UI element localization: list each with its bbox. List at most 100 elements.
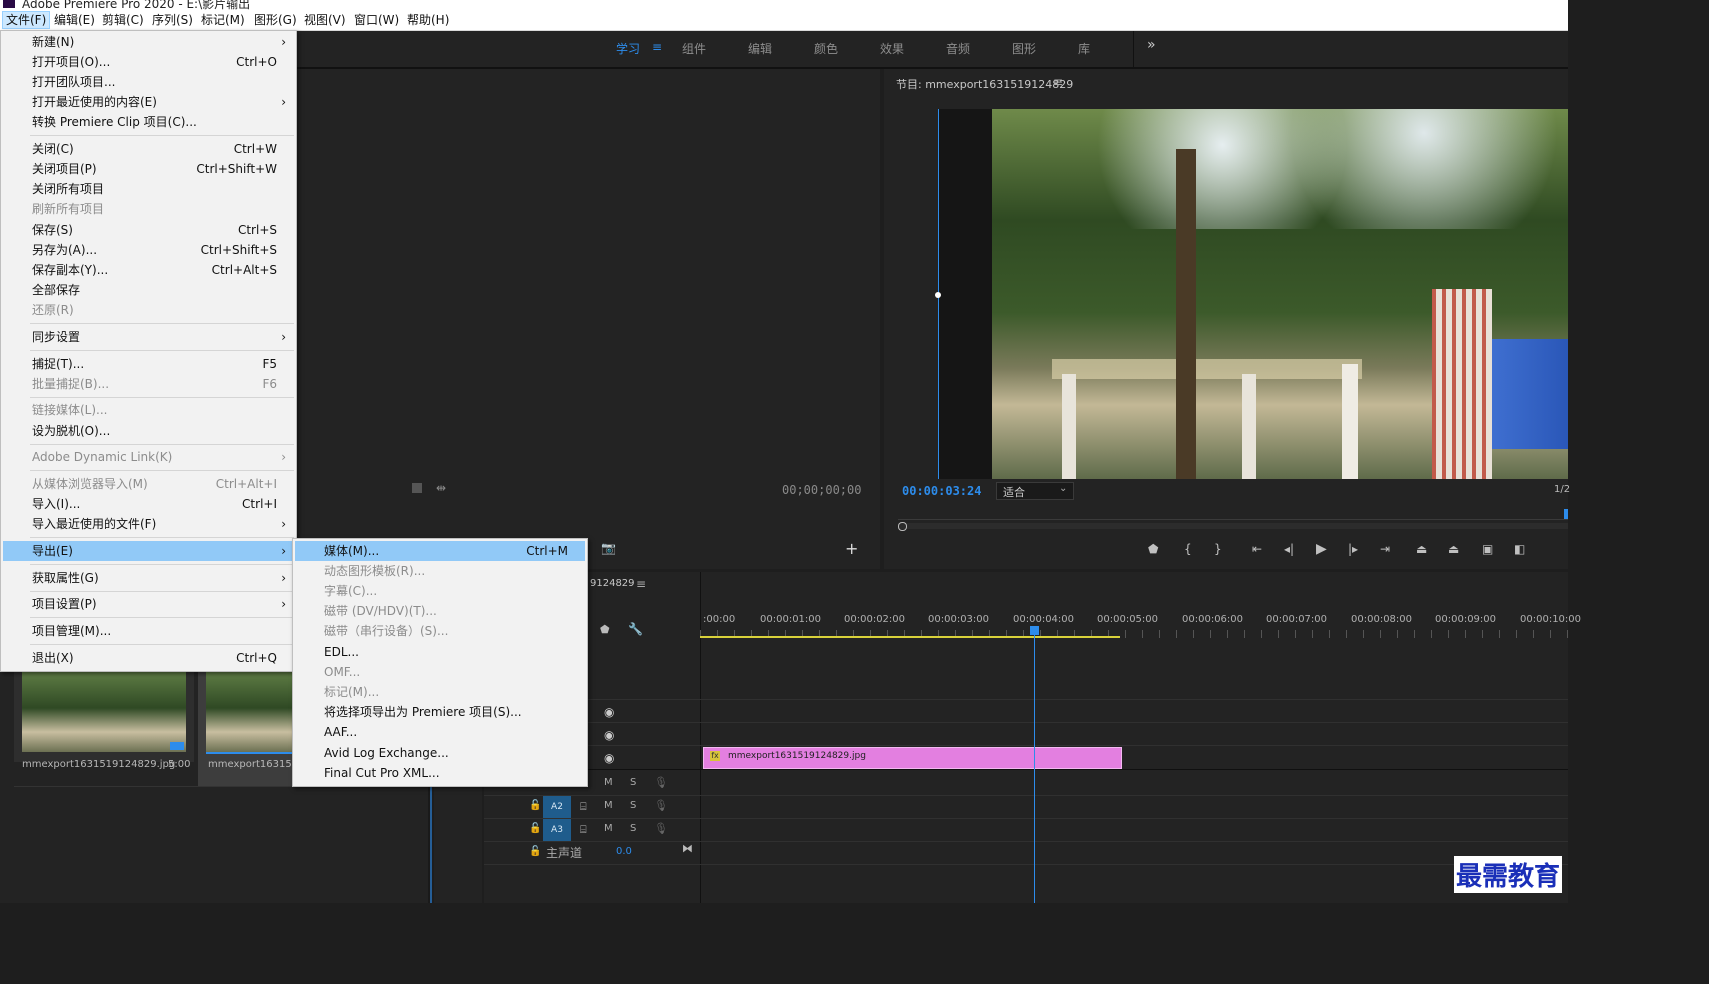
playback-resolution[interactable]: 1/2 (1554, 484, 1570, 495)
workspace-editing[interactable]: 编辑 (748, 40, 772, 57)
project-clip-tile-1[interactable]: mmexport1631519124829.jpg 5:00 (14, 664, 194, 770)
program-canvas[interactable] (935, 109, 1568, 479)
fit-dropdown[interactable]: 适合 ⌄ (996, 482, 1074, 500)
menu-item-open-project[interactable]: 打开项目(O)... Ctrl+O (3, 52, 294, 72)
program-monitor-title[interactable]: 节目: mmexport1631519124829 (896, 76, 1073, 92)
solo-a1-button[interactable]: S (630, 777, 636, 788)
menu-item-get-properties[interactable]: 获取属性(G) › (3, 568, 294, 588)
workspace-graphics[interactable]: 图形 (1012, 40, 1036, 57)
step-forward-icon[interactable]: |▸ (1348, 542, 1358, 556)
workspace-audio[interactable]: 音频 (946, 40, 970, 57)
mark-out-icon[interactable]: } (1214, 542, 1222, 556)
menu-item-close[interactable]: 关闭(C) Ctrl+W (3, 139, 294, 159)
sequence-tab[interactable]: 9124829 (590, 578, 635, 589)
menu-item-close-all[interactable]: 关闭所有项目 (3, 179, 294, 199)
menu-view[interactable]: 视图(V) (301, 12, 349, 28)
timeline-playhead[interactable] (1034, 626, 1035, 903)
source-add-button-icon[interactable]: + (845, 539, 858, 558)
mic-icon[interactable]: 🎙 (654, 822, 668, 835)
menu-item-convert-clip[interactable]: 转换 Premiere Clip 项目(C)... (3, 112, 294, 132)
menu-item-open-recent[interactable]: 打开最近使用的内容(E) › (3, 92, 294, 112)
menu-item-save[interactable]: 保存(S) Ctrl+S (3, 220, 294, 240)
menu-item-export[interactable]: 导出(E) › (3, 541, 294, 561)
menu-item-open-team-project[interactable]: 打开团队项目... (3, 72, 294, 92)
submenu-item-aaf[interactable]: AAF... (295, 722, 585, 742)
workspace-color[interactable]: 颜色 (814, 40, 838, 57)
menu-item-save-all[interactable]: 全部保存 (3, 280, 294, 300)
workspace-overflow-icon[interactable]: » (1147, 37, 1156, 53)
go-to-in-icon[interactable]: ⇤ (1252, 542, 1262, 556)
solo-a3-button[interactable]: S (630, 823, 636, 834)
timeline-marker-icon[interactable]: ⬟ (600, 623, 610, 636)
source-export-frame-icon[interactable]: 📷 (601, 541, 616, 555)
menu-item-close-project[interactable]: 关闭项目(P) Ctrl+Shift+W (3, 159, 294, 179)
menu-item-capture[interactable]: 捕捉(T)... F5 (3, 354, 294, 374)
eye-icon[interactable]: ◉ (604, 728, 614, 742)
menu-item-project-manager[interactable]: 项目管理(M)... (3, 621, 294, 641)
submenu-item-fcp-xml[interactable]: Final Cut Pro XML... (295, 763, 585, 783)
wrench-icon[interactable]: 🔧 (628, 622, 643, 636)
extract-icon[interactable]: ⏏ (1448, 542, 1459, 556)
source-insert-icon[interactable] (412, 483, 422, 493)
comparison-view-icon[interactable]: ◧ (1514, 542, 1525, 556)
menu-item-make-offline[interactable]: 设为脱机(O)... (3, 421, 294, 441)
menu-sequence[interactable]: 序列(S) (149, 12, 196, 28)
mute-a2-button[interactable]: M (604, 800, 613, 811)
timeline-clip[interactable]: fx mmexport1631519124829.jpg (703, 747, 1122, 769)
go-to-out-icon[interactable]: ⇥ (1380, 542, 1390, 556)
menu-edit[interactable]: 编辑(E) (51, 12, 98, 28)
play-icon[interactable]: ▶ (1316, 541, 1327, 557)
zoom-handle-left[interactable] (898, 522, 907, 531)
work-area-bar[interactable] (700, 636, 1120, 638)
add-marker-icon[interactable]: ⬟ (1148, 542, 1158, 556)
export-frame-icon[interactable]: ▣ (1482, 542, 1493, 556)
menu-item-project-settings[interactable]: 项目设置(P) › (3, 594, 294, 614)
lock-icon[interactable]: 🔓 (529, 823, 541, 834)
mic-icon[interactable]: 🎙 (654, 799, 668, 812)
program-zoom-scroll[interactable] (898, 523, 1568, 529)
submenu-item-avid-log[interactable]: Avid Log Exchange... (295, 743, 585, 763)
workspace-libraries[interactable]: 库 (1078, 40, 1090, 57)
program-timecode[interactable]: 00:00:03:24 (902, 484, 981, 498)
menu-item-sync-settings[interactable]: 同步设置 › (3, 327, 294, 347)
sync-lock-icon[interactable]: ⌸ (580, 823, 587, 837)
eye-icon[interactable]: ◉ (604, 705, 614, 719)
workspace-effects[interactable]: 效果 (880, 40, 904, 57)
menu-item-save-as[interactable]: 另存为(A)... Ctrl+Shift+S (3, 240, 294, 260)
master-volume-value[interactable]: 0.0 (616, 846, 632, 857)
mute-a3-button[interactable]: M (604, 823, 613, 834)
mark-in-icon[interactable]: { (1184, 542, 1192, 556)
program-playhead[interactable] (1564, 509, 1568, 519)
source-overwrite-icon[interactable]: ⇹ (436, 481, 446, 495)
solo-a2-button[interactable]: S (630, 800, 636, 811)
menu-item-import[interactable]: 导入(I)... Ctrl+I (3, 494, 294, 514)
step-back-icon[interactable]: ◂| (1284, 542, 1294, 556)
track-target-a3[interactable]: A3 (543, 819, 571, 841)
submenu-item-export-premiere-project[interactable]: 将选择项导出为 Premiere 项目(S)... (295, 702, 585, 722)
workspace-assembly[interactable]: 组件 (682, 40, 706, 57)
lock-icon[interactable]: 🔓 (529, 846, 541, 857)
menu-item-import-recent[interactable]: 导入最近使用的文件(F) › (3, 514, 294, 534)
eye-icon[interactable]: ◉ (604, 751, 614, 765)
program-mini-ruler[interactable] (898, 519, 1568, 520)
submenu-item-media[interactable]: 媒体(M)... Ctrl+M (295, 541, 585, 561)
lift-icon[interactable]: ⏏ (1416, 542, 1427, 556)
workspace-menu-icon[interactable]: ≡ (652, 40, 662, 54)
mic-icon[interactable]: 🎙 (654, 776, 668, 789)
submenu-item-edl[interactable]: EDL... (295, 642, 585, 662)
menu-clip[interactable]: 剪辑(C) (99, 12, 147, 28)
lock-icon[interactable]: 🔓 (529, 800, 541, 811)
menu-item-new[interactable]: 新建(N) › (3, 32, 294, 52)
menu-window[interactable]: 窗口(W) (351, 12, 402, 28)
workspace-learn[interactable]: 学习 (616, 40, 640, 57)
mute-a1-button[interactable]: M (604, 777, 613, 788)
master-go-to-icon[interactable]: ⧓ (682, 842, 693, 855)
menu-file[interactable]: 文件(F) (2, 11, 51, 29)
menu-item-exit[interactable]: 退出(X) Ctrl+Q (3, 648, 294, 668)
timeline-menu-icon[interactable]: ≡ (636, 577, 646, 591)
menu-marker[interactable]: 标记(M) (198, 12, 248, 28)
program-panel-menu-icon[interactable]: ≡ (1053, 75, 1063, 89)
menu-help[interactable]: 帮助(H) (404, 12, 452, 28)
transform-handle[interactable] (935, 292, 941, 298)
menu-item-save-copy[interactable]: 保存副本(Y)... Ctrl+Alt+S (3, 260, 294, 280)
